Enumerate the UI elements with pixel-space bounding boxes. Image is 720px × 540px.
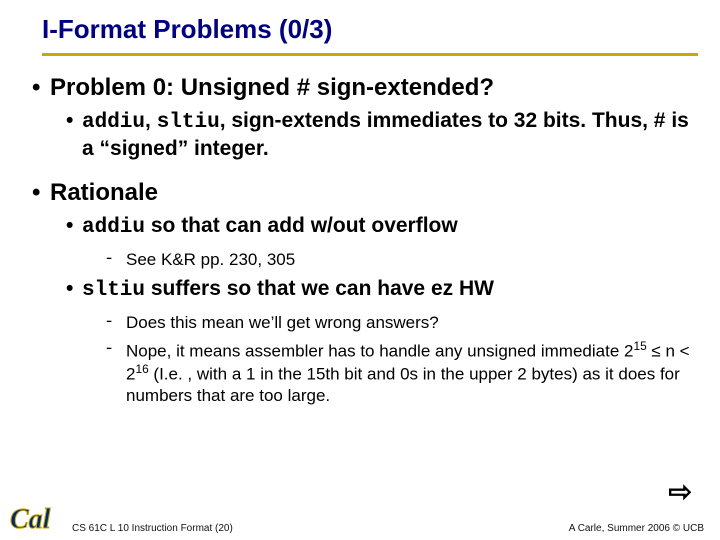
- bullet-problem-0: • Problem 0: Unsigned # sign-extended?: [32, 74, 698, 102]
- footer-right: A Carle, Summer 2006 © UCB: [569, 523, 704, 534]
- bullet-text: sltiu suffers so that we can have ez HW: [82, 276, 494, 304]
- next-arrow-icon: ⇨: [669, 475, 692, 508]
- bullet-text: addiu, sltiu, sign-extends immediates to…: [82, 108, 698, 161]
- cal-logo: Cal: [8, 500, 64, 536]
- sub-bullet-addiu: • addiu so that can add w/out overflow: [66, 213, 698, 241]
- sub-bullet-signextend: • addiu, sltiu, sign-extends immediates …: [66, 108, 698, 161]
- slide-title: I-Format Problems (0/3): [42, 14, 720, 45]
- sub-sub-bullet-wrong: - Does this mean we’ll get wrong answers…: [104, 312, 698, 333]
- code-sltiu: sltiu: [157, 111, 220, 134]
- bullet-text: addiu so that can add w/out overflow: [82, 213, 458, 241]
- code-sltiu: sltiu: [82, 279, 145, 302]
- code-addiu: addiu: [82, 111, 145, 134]
- sub-sub-bullet-kr: - See K&R pp. 230, 305: [104, 249, 698, 270]
- sub-sub-bullet-assembler: - Nope, it means assembler has to handle…: [104, 339, 698, 406]
- slide-content: • Problem 0: Unsigned # sign-extended? •…: [0, 56, 720, 406]
- bullet-text: Problem 0: Unsigned # sign-extended?: [50, 74, 494, 102]
- bullet-rationale: • Rationale: [32, 179, 698, 207]
- sub-bullet-sltiu: • sltiu suffers so that we can have ez H…: [66, 276, 698, 304]
- bullet-text: Nope, it means assembler has to handle a…: [126, 339, 698, 406]
- svg-text:Cal: Cal: [10, 504, 51, 535]
- bullet-text: Does this mean we’ll get wrong answers?: [126, 312, 698, 333]
- footer-left: CS 61C L 10 Instruction Format (20): [72, 523, 233, 534]
- bullet-text: Rationale: [50, 179, 158, 207]
- bullet-text: See K&R pp. 230, 305: [126, 249, 698, 270]
- code-addiu: addiu: [82, 216, 145, 239]
